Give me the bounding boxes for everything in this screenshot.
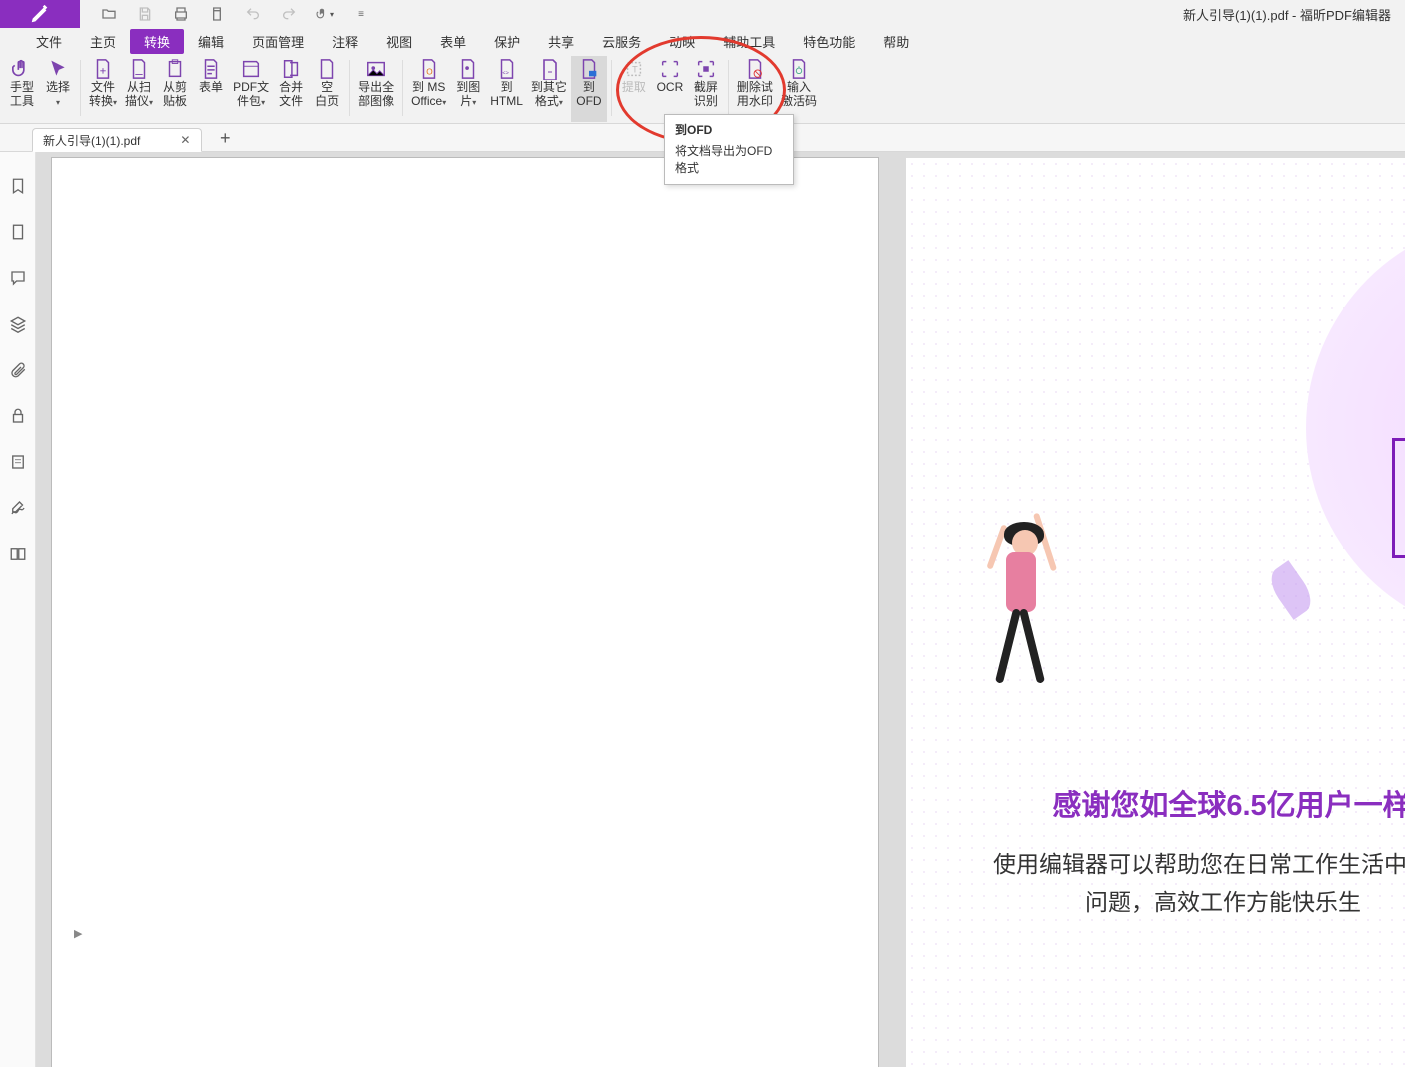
- image-icon: [454, 58, 482, 80]
- menu-view[interactable]: 视图: [372, 29, 426, 54]
- layers-icon[interactable]: [8, 314, 28, 334]
- ribbon-from-clipboard[interactable]: 从剪贴板: [157, 56, 193, 122]
- ribbon-to-ms-office[interactable]: O 到 MSOffice▾: [407, 56, 450, 122]
- quick-access-toolbar: ▾ ≡: [80, 5, 370, 23]
- ribbon-to-html[interactable]: <> 到HTML: [486, 56, 527, 122]
- clipboard-icon: [161, 58, 189, 80]
- menu-pages[interactable]: 页面管理: [238, 29, 318, 54]
- ribbon-export-images[interactable]: 导出全部图像: [354, 56, 398, 122]
- comments-icon[interactable]: [8, 268, 28, 288]
- title-bar: ▾ ≡ 新人引导(1)(1).pdf - 福昕PDF编辑器: [0, 0, 1405, 28]
- panel-collapse-handle[interactable]: ▶: [74, 927, 82, 940]
- ribbon-hand-tool[interactable]: 手型工具: [4, 56, 40, 122]
- document-viewport[interactable]: ▶ JOIN US 欢迎来到福昕 感: [36, 152, 1405, 1067]
- blank-page-icon: [313, 58, 341, 80]
- ribbon-merge[interactable]: 合并文件: [273, 56, 309, 122]
- ribbon-pdf-package[interactable]: PDF文件包▾: [229, 56, 273, 122]
- app-logo[interactable]: [0, 0, 80, 28]
- person-illustration: [958, 502, 1078, 702]
- menu-annot[interactable]: 注释: [318, 29, 372, 54]
- print-icon[interactable]: [172, 5, 190, 23]
- ribbon-form[interactable]: 表单: [193, 56, 229, 122]
- scanner-icon: [125, 58, 153, 80]
- screenshot-icon: [692, 58, 720, 80]
- form-icon: [197, 58, 225, 80]
- hand-pan-icon[interactable]: ▾: [316, 5, 334, 23]
- ribbon-ocr[interactable]: OCR: [652, 56, 688, 122]
- close-tab-icon[interactable]: ✕: [180, 133, 190, 147]
- side-panel-rail: [0, 152, 36, 1067]
- menu-file[interactable]: 文件: [22, 29, 76, 54]
- ribbon-to-ofd[interactable]: 到OFD: [571, 56, 607, 122]
- open-icon[interactable]: [100, 5, 118, 23]
- ribbon-enter-activation-code[interactable]: 输入激活码: [777, 56, 821, 122]
- menu-dongying[interactable]: 动映: [655, 29, 709, 54]
- menu-home[interactable]: 主页: [76, 29, 130, 54]
- ribbon-select[interactable]: 选择▾: [40, 56, 76, 122]
- ribbon-extract[interactable]: T 提取: [616, 56, 652, 122]
- add-tab-button[interactable]: +: [214, 128, 237, 151]
- merge-icon: [277, 58, 305, 80]
- doc-headline: 感谢您如全球6.5亿用户一样信任: [906, 782, 1405, 824]
- security-icon[interactable]: [8, 406, 28, 426]
- save-icon[interactable]: [136, 5, 154, 23]
- package-icon: [237, 58, 265, 80]
- tooltip-desc: 将文档导出为OFD格式: [675, 142, 783, 176]
- menu-help[interactable]: 帮助: [869, 29, 923, 54]
- pages-icon[interactable]: [8, 222, 28, 242]
- menu-protect[interactable]: 保护: [480, 29, 534, 54]
- svg-text:<>: <>: [502, 71, 508, 77]
- ribbon-blank-page[interactable]: 空白页: [309, 56, 345, 122]
- redo-icon[interactable]: [280, 5, 298, 23]
- tooltip-to-ofd: 到OFD 将文档导出为OFD格式: [664, 114, 794, 185]
- pdf-page-left: [52, 158, 878, 1067]
- customize-dropdown-icon[interactable]: ≡: [352, 5, 370, 23]
- svg-text:T: T: [632, 65, 638, 75]
- signatures-icon[interactable]: [8, 498, 28, 518]
- document-tab[interactable]: 新人引导(1)(1).pdf ✕: [32, 128, 202, 152]
- cursor-icon: [44, 58, 72, 80]
- quick-print-icon[interactable]: [208, 5, 226, 23]
- attachments-icon[interactable]: [8, 360, 28, 380]
- activation-icon: [785, 58, 813, 80]
- compare-icon[interactable]: [8, 544, 28, 564]
- menu-form[interactable]: 表单: [426, 29, 480, 54]
- ribbon-to-image[interactable]: 到图片▾: [450, 56, 486, 122]
- undo-icon[interactable]: [244, 5, 262, 23]
- ribbon-file-convert[interactable]: 文件转换▾: [85, 56, 121, 122]
- menu-feature[interactable]: 特色功能: [789, 29, 869, 54]
- pen-nib-icon: [29, 3, 51, 25]
- extract-icon: T: [620, 58, 648, 80]
- bookmarks-icon[interactable]: [8, 176, 28, 196]
- watermark-remove-icon: [741, 58, 769, 80]
- other-format-icon: [535, 58, 563, 80]
- ofd-icon: [575, 58, 603, 80]
- menu-convert[interactable]: 转换: [130, 29, 184, 54]
- svg-text:O: O: [426, 68, 433, 77]
- menu-share[interactable]: 共享: [534, 29, 588, 54]
- menu-bar: 文件 主页 转换 编辑 页面管理 注释 视图 表单 保护 共享 云服务 动映 辅…: [0, 28, 1405, 54]
- pdf-page-right: JOIN US 欢迎来到福昕 感谢您如全球6.5亿用户一样信任 使用编辑器可以帮…: [906, 158, 1405, 1067]
- msoffice-icon: O: [415, 58, 443, 80]
- fields-icon[interactable]: [8, 452, 28, 472]
- doc-subtext: 使用编辑器可以帮助您在日常工作生活中，忄问题，高效工作方能快乐生: [906, 846, 1405, 922]
- file-convert-icon: [89, 58, 117, 80]
- ribbon-to-other[interactable]: 到其它格式▾: [527, 56, 571, 122]
- window-title: 新人引导(1)(1).pdf - 福昕PDF编辑器: [1183, 0, 1391, 28]
- ribbon-screenshot-ocr[interactable]: 截屏识别: [688, 56, 724, 122]
- menu-assist[interactable]: 辅助工具: [709, 29, 789, 54]
- document-tab-label: 新人引导(1)(1).pdf: [43, 132, 140, 149]
- export-images-icon: [362, 58, 390, 80]
- tooltip-title: 到OFD: [675, 121, 783, 138]
- menu-edit[interactable]: 编辑: [184, 29, 238, 54]
- ribbon: 手型工具 选择▾ 文件转换▾ 从扫描仪▾ 从剪贴板 表单 PDF文件包▾ 合并文…: [0, 54, 1405, 124]
- menu-cloud[interactable]: 云服务: [588, 29, 655, 54]
- hand-tool-icon: [8, 58, 36, 80]
- html-icon: <>: [493, 58, 521, 80]
- main-area: ▶ JOIN US 欢迎来到福昕 感: [0, 152, 1405, 1067]
- decorative-bracket: [1392, 438, 1405, 558]
- ocr-icon: [656, 58, 684, 80]
- ribbon-remove-trial-watermark[interactable]: 删除试用水印: [733, 56, 777, 122]
- ribbon-from-scanner[interactable]: 从扫描仪▾: [121, 56, 157, 122]
